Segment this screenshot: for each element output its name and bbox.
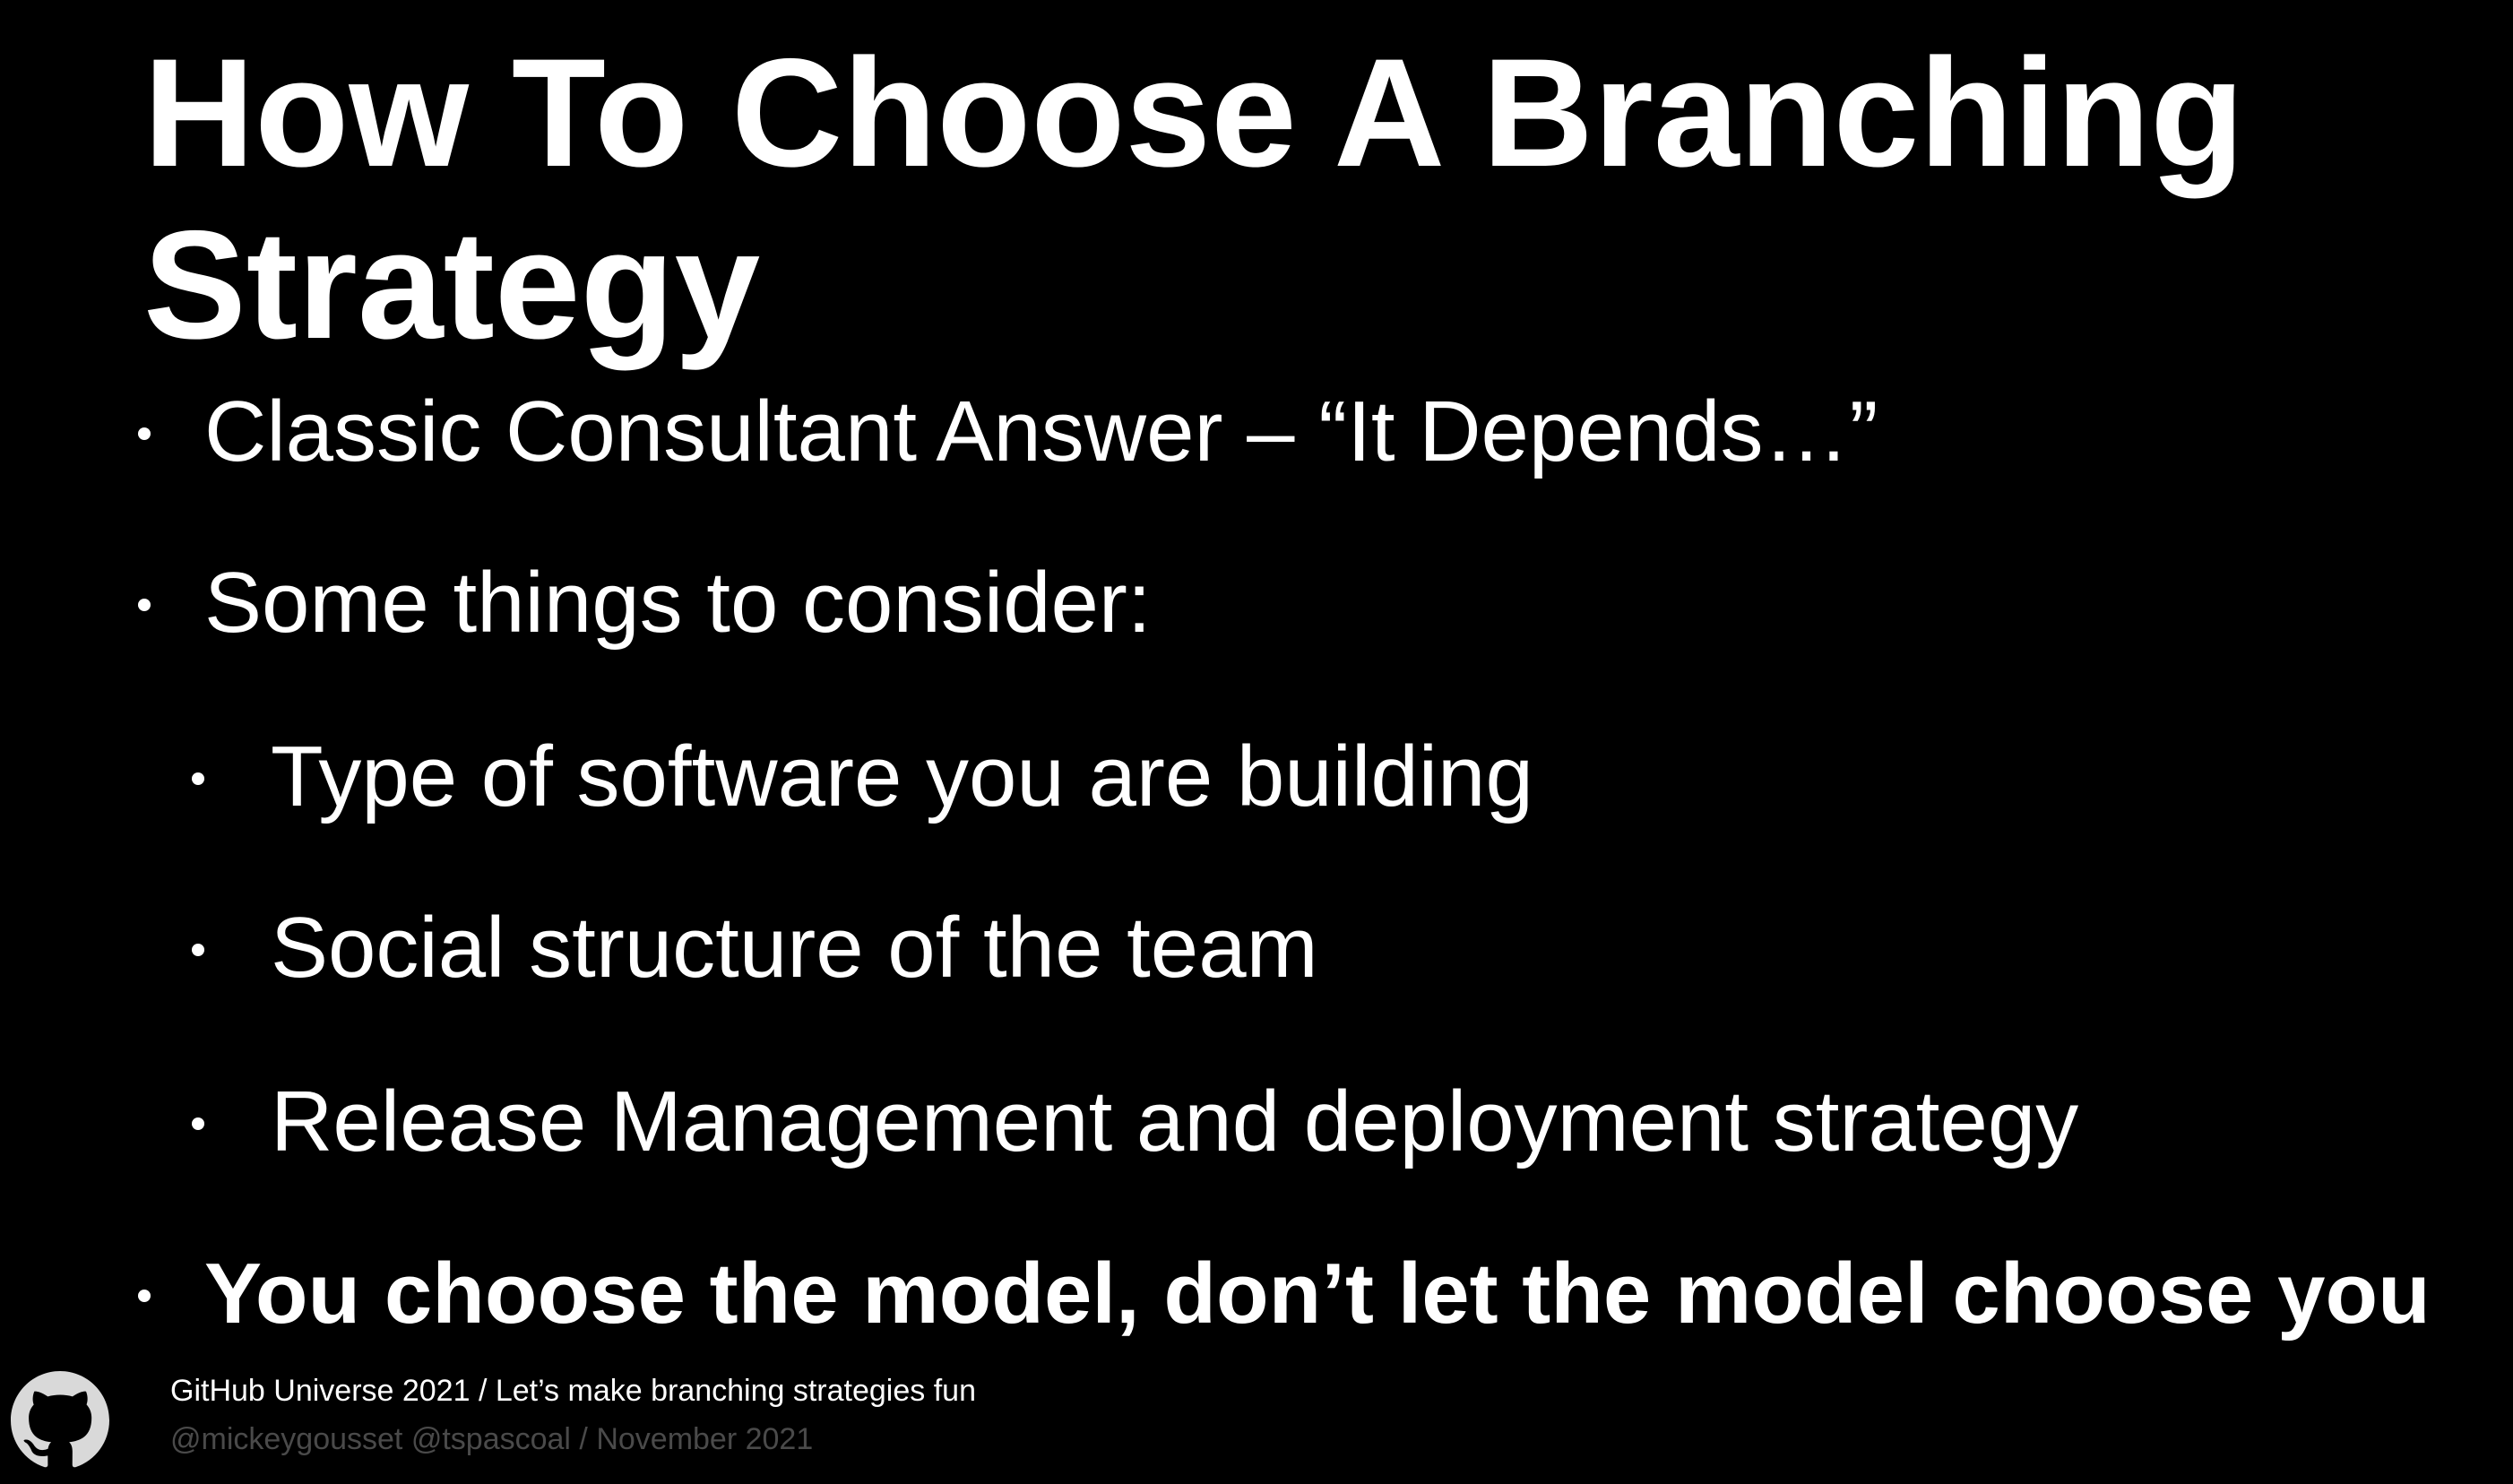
bullet-text: Social structure of the team (271, 900, 1318, 996)
subbullet-social-structure: Social structure of the team (192, 899, 1318, 997)
slide-title: How To Choose A Branching Strategy (143, 27, 2245, 371)
bullet-text: Type of software you are building (271, 729, 1533, 824)
slide: How To Choose A Branching Strategy Class… (0, 0, 2513, 1484)
bullet-dot-icon (138, 427, 151, 440)
bullet-text: Release Management and deployment strate… (271, 1074, 2079, 1169)
bullet-dot-icon (192, 1117, 204, 1130)
bullet-dot-icon (138, 599, 151, 611)
bullet-classic-consultant-answer: Classic Consultant Answer – “It Depends…… (138, 383, 1878, 481)
footer-event-line: GitHub Universe 2021 / Let’s make branch… (170, 1374, 976, 1408)
bullet-dot-icon (192, 772, 204, 785)
bullet-dot-icon (138, 1290, 151, 1302)
bullet-text: Classic Consultant Answer – “It Depends…… (204, 384, 1878, 479)
bullet-text: Some things to consider: (204, 555, 1152, 651)
github-octocat-icon (11, 1371, 109, 1468)
bullet-text: You choose the model, don’t let the mode… (204, 1246, 2431, 1342)
subbullet-type-of-software: Type of software you are building (192, 728, 1533, 826)
bullet-you-choose-the-model: You choose the model, don’t let the mode… (138, 1245, 2431, 1343)
bullet-dot-icon (192, 944, 204, 956)
bullet-things-to-consider: Some things to consider: (138, 554, 1152, 652)
footer-author-line: @mickeygousset @tspascoal / November 202… (170, 1422, 814, 1456)
subbullet-release-management: Release Management and deployment strate… (192, 1073, 2079, 1171)
